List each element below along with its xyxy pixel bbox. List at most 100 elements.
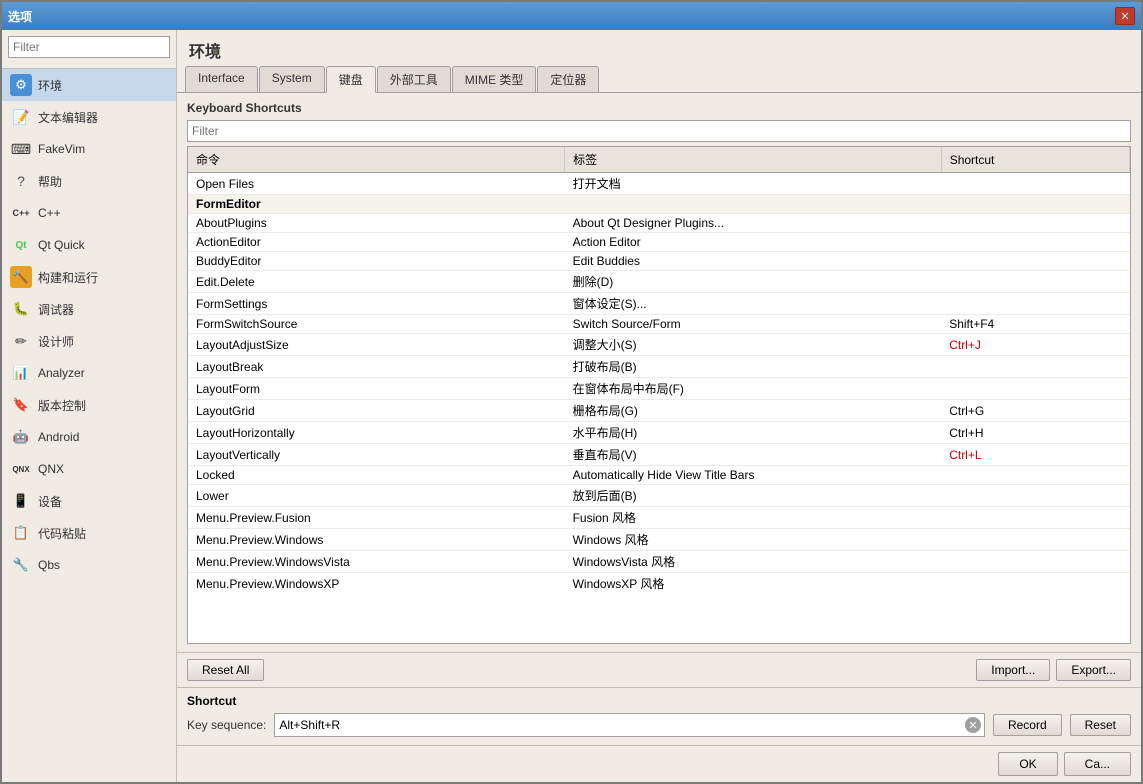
shortcut-cell [941, 507, 1129, 529]
table-row[interactable]: LayoutGrid栅格布局(G)Ctrl+G [188, 400, 1130, 422]
cmd-cell: LayoutBreak [188, 356, 565, 378]
sidebar-item-help[interactable]: 帮助 [2, 165, 176, 197]
sidebar-item-version[interactable]: 版本控制 [2, 389, 176, 421]
shortcut-section-title: Shortcut [187, 694, 1131, 708]
sidebar-label-qbs: Qbs [38, 558, 60, 572]
dialog-footer: OK Ca... [177, 745, 1141, 782]
sidebar-label-cpp: C++ [38, 206, 61, 220]
clear-key-sequence-button[interactable]: ✕ [965, 717, 981, 733]
table-row[interactable]: FormSwitchSourceSwitch Source/FormShift+… [188, 315, 1130, 334]
table-row[interactable]: Menu.Preview.FusionFusion 风格 [188, 507, 1130, 529]
sidebar-item-device[interactable]: 设备 [2, 485, 176, 517]
panel-title: 环境 [177, 30, 1141, 66]
label-cell: WindowsVista 风格 [565, 551, 942, 573]
tab-keyboard[interactable]: 键盘 [326, 66, 376, 93]
label-cell: Switch Source/Form [565, 315, 942, 334]
sidebar-item-android[interactable]: Android [2, 421, 176, 453]
key-sequence-label: Key sequence: [187, 718, 266, 732]
shortcut-cell [941, 271, 1129, 293]
tab-external-tools[interactable]: 外部工具 [377, 66, 451, 92]
sidebar-item-fakevim[interactable]: FakeVim [2, 133, 176, 165]
cmd-cell: LayoutForm [188, 378, 565, 400]
table-row[interactable]: Open Files打开文档 [188, 173, 1130, 195]
sidebar-item-qtquick[interactable]: Qt Quick [2, 229, 176, 261]
table-row[interactable]: LayoutBreak打破布局(B) [188, 356, 1130, 378]
shortcuts-table: 命令 标签 Shortcut Open Files打开文档FormEditorA… [188, 147, 1130, 592]
shortcuts-table-wrapper: 命令 标签 Shortcut Open Files打开文档FormEditorA… [187, 146, 1131, 644]
record-button[interactable]: Record [993, 714, 1062, 736]
cmd-cell: Lower [188, 485, 565, 507]
table-row[interactable]: Lower放到后面(B) [188, 485, 1130, 507]
key-sequence-row: Key sequence: ✕ Record Reset [187, 713, 1131, 737]
cmd-cell: Menu.Preview.WindowsXP [188, 573, 565, 593]
label-cell: 栅格布局(G) [565, 400, 942, 422]
sidebar-label-fakevim: FakeVim [38, 142, 85, 156]
sidebar-item-texteditor[interactable]: 文本编辑器 [2, 101, 176, 133]
tab-mime-types[interactable]: MIME 类型 [452, 66, 537, 92]
shortcut-cell [941, 378, 1129, 400]
sidebar-item-designer[interactable]: 设计师 [2, 325, 176, 357]
table-row[interactable]: Menu.Preview.WindowsXPWindowsXP 风格 [188, 573, 1130, 593]
tab-system[interactable]: System [259, 66, 325, 92]
table-row[interactable]: LayoutForm在窗体布局中布局(F) [188, 378, 1130, 400]
close-button[interactable]: ✕ [1115, 7, 1135, 25]
fakevim-icon [10, 138, 32, 160]
sidebar-item-build[interactable]: 构建和运行 [2, 261, 176, 293]
sidebar-item-analyzer[interactable]: Analyzer [2, 357, 176, 389]
label-cell: 打开文档 [565, 173, 942, 195]
shortcut-cell [941, 293, 1129, 315]
sidebar-filter-input[interactable] [8, 36, 170, 58]
cmd-cell: LayoutGrid [188, 400, 565, 422]
label-cell: 窗体设定(S)... [565, 293, 942, 315]
shortcut-cell [941, 573, 1129, 593]
col-header-label: 标签 [565, 147, 942, 173]
table-row[interactable]: LayoutAdjustSize调整大小(S)Ctrl+J [188, 334, 1130, 356]
table-row[interactable]: Edit.Delete删除(D) [188, 271, 1130, 293]
sidebar-item-clip[interactable]: 代码粘贴 [2, 517, 176, 549]
sidebar-item-qnx[interactable]: QNX [2, 453, 176, 485]
label-cell: Fusion 风格 [565, 507, 942, 529]
reset-all-button[interactable]: Reset All [187, 659, 264, 681]
table-row[interactable]: Menu.Preview.WindowsWindows 风格 [188, 529, 1130, 551]
tab-locator[interactable]: 定位器 [537, 66, 599, 92]
shortcuts-filter-input[interactable] [187, 120, 1131, 142]
sidebar-item-debug[interactable]: 调试器 [2, 293, 176, 325]
table-row[interactable]: AboutPluginsAbout Qt Designer Plugins... [188, 214, 1130, 233]
cmd-cell: LayoutVertically [188, 444, 565, 466]
label-cell: Windows 风格 [565, 529, 942, 551]
table-row[interactable]: LockedAutomatically Hide View Title Bars [188, 466, 1130, 485]
col-header-shortcut: Shortcut [941, 147, 1129, 173]
ok-button[interactable]: OK [998, 752, 1057, 776]
table-row[interactable]: ActionEditorAction Editor [188, 233, 1130, 252]
version-icon [10, 394, 32, 416]
shortcut-cell [941, 551, 1129, 573]
table-row[interactable]: LayoutHorizontally水平布局(H)Ctrl+H [188, 422, 1130, 444]
label-cell: 垂直布局(V) [565, 444, 942, 466]
table-row[interactable]: LayoutVertically垂直布局(V)Ctrl+L [188, 444, 1130, 466]
sidebar-item-env[interactable]: 环境 [2, 69, 176, 101]
sidebar-item-qbs[interactable]: Qbs [2, 549, 176, 581]
qnx-icon [10, 458, 32, 480]
tab-interface[interactable]: Interface [185, 66, 258, 92]
table-row[interactable]: Menu.Preview.WindowsVistaWindowsVista 风格 [188, 551, 1130, 573]
device-icon [10, 490, 32, 512]
table-row[interactable]: FormSettings窗体设定(S)... [188, 293, 1130, 315]
reset-shortcut-button[interactable]: Reset [1070, 714, 1131, 736]
table-row[interactable]: BuddyEditorEdit Buddies [188, 252, 1130, 271]
label-cell: Automatically Hide View Title Bars [565, 466, 942, 485]
cmd-cell: Locked [188, 466, 565, 485]
key-sequence-input[interactable] [274, 713, 985, 737]
bottom-buttons: Reset All Import... Export... [177, 652, 1141, 687]
shortcuts-table-scroll[interactable]: 命令 标签 Shortcut Open Files打开文档FormEditorA… [188, 147, 1130, 592]
sidebar-label-help: 帮助 [38, 173, 62, 190]
label-cell: 在窗体布局中布局(F) [565, 378, 942, 400]
cancel-button[interactable]: Ca... [1064, 752, 1131, 776]
import-button[interactable]: Import... [976, 659, 1050, 681]
sidebar-label-designer: 设计师 [38, 333, 74, 350]
sidebar-item-cpp[interactable]: C++ [2, 197, 176, 229]
label-cell: Action Editor [565, 233, 942, 252]
tabs-bar: Interface System 键盘 外部工具 MIME 类型 定位器 [177, 66, 1141, 93]
label-cell: About Qt Designer Plugins... [565, 214, 942, 233]
sidebar-label-device: 设备 [38, 493, 62, 510]
export-button[interactable]: Export... [1056, 659, 1131, 681]
